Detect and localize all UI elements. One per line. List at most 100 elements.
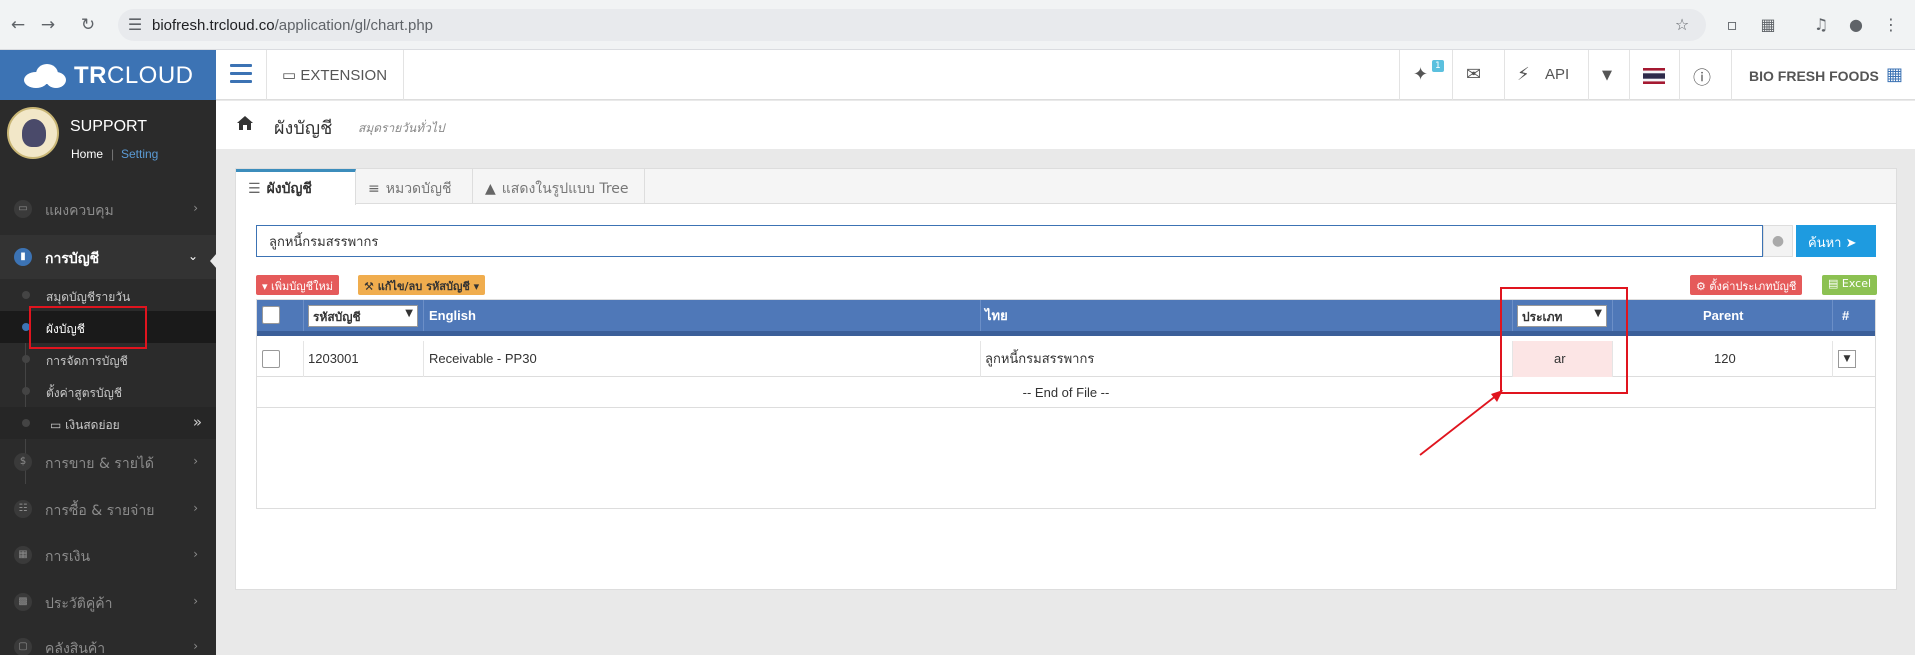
url-text: biofresh.trcloud.co/application/gl/chart… — [152, 17, 434, 34]
page-title: ผังบัญชี — [274, 118, 333, 139]
forward-icon[interactable]: → — [36, 13, 60, 37]
row-checkbox[interactable] — [262, 350, 280, 368]
extension-label: EXTENSION — [300, 67, 388, 84]
sidebar-item-label: แผงควบคุม — [45, 203, 114, 219]
envelope-icon[interactable]: ✉ — [1466, 64, 1481, 85]
sitemap-icon: ▲ — [485, 181, 496, 197]
active-indicator — [210, 253, 217, 269]
wrench-icon: ⚒ — [364, 280, 374, 293]
search-button-label: ค้นหา — [1808, 236, 1842, 251]
accounts-table: รหัสบัญชี ▼ English ไทย ประเภท ▼ Parent # … — [256, 299, 1876, 509]
arrow-circle-right-icon: ➤ — [1845, 236, 1857, 251]
caret-down-icon[interactable]: ▼ — [1602, 68, 1612, 83]
tab-chart-of-accounts[interactable]: ☰ ผังบัญชี — [236, 169, 356, 205]
desktop-icon: ▭ — [282, 67, 297, 84]
sidebar-item-label: การซื้อ & รายจ่าย — [45, 503, 155, 519]
puzzle-icon[interactable]: ▦ — [1757, 14, 1779, 36]
tab-account-categories[interactable]: ≡ หมวดบัญชี — [356, 169, 473, 204]
bullet-icon — [22, 387, 30, 395]
building-icon[interactable]: ▦ — [1886, 64, 1903, 85]
logo: TRCLOUD — [74, 62, 194, 89]
table-row[interactable]: 1203001 Receivable - PP30 ลูกหนี้กรมสรรพ… — [257, 341, 1875, 377]
reload-icon[interactable]: ↻ — [76, 13, 100, 37]
plug-icon[interactable]: ⚡ — [1517, 64, 1530, 85]
browser-toolbar: ← → ↻ ☰ biofresh.trcloud.co/application/… — [0, 0, 1915, 50]
monitor-icon: ▭ — [14, 200, 32, 218]
logo-bar[interactable]: TRCLOUD — [0, 50, 216, 100]
notification-badge: 1 — [1432, 60, 1444, 72]
row-dropdown-icon[interactable]: ▼ — [1838, 350, 1856, 368]
type-settings-label: ตั้งค่าประเภทบัญชี — [1709, 280, 1797, 293]
sidebar-item-inventory[interactable]: ▢ คลังสินค้า › — [0, 625, 216, 655]
avatar[interactable] — [7, 107, 59, 159]
sidebar-item-label: การเงิน — [45, 549, 91, 565]
help-icon[interactable]: ⓘ — [1693, 64, 1711, 90]
excel-label: Excel — [1841, 277, 1872, 290]
site-settings-icon[interactable]: ☰ — [124, 14, 146, 36]
caret-down-icon: ▾ — [473, 280, 480, 293]
bullet-icon — [22, 419, 30, 427]
tab-bar: ☰ ผังบัญชี ≡ หมวดบัญชี ▲ แสดงในรูปแบบ Tree — [236, 169, 1896, 205]
tab-tree-view[interactable]: ▲ แสดงในรูปแบบ Tree — [473, 169, 645, 204]
add-account-button[interactable]: ▾ เพิ่มบัญชีใหม่ — [256, 275, 339, 295]
table-header: รหัสบัญชี ▼ English ไทย ประเภท ▼ Parent # — [257, 300, 1875, 336]
sidebar-item-contacts[interactable]: ▩ ประวัติคู่ค้า › — [0, 580, 216, 624]
submenu-label: ▭ เงินสดย่อย — [50, 418, 120, 432]
company-name[interactable]: BIO FRESH FOODS — [1749, 68, 1879, 84]
chevron-right-icon: › — [193, 501, 198, 515]
hamburger-menu-icon[interactable] — [230, 64, 252, 84]
divider — [266, 50, 267, 100]
annotation-arrow — [1419, 390, 1503, 456]
home-icon[interactable] — [236, 115, 254, 131]
annotation-box-sidebar — [29, 306, 147, 349]
search-button[interactable]: ค้นหา ➤ — [1796, 225, 1876, 257]
column-divider — [1832, 341, 1833, 377]
contact-icon: ▩ — [14, 593, 32, 611]
caret-down-icon: ▼ — [405, 308, 413, 319]
media-icon[interactable]: ♫ — [1810, 14, 1832, 36]
account-parent: 120 — [1714, 351, 1736, 366]
excel-export-button[interactable]: ▤ Excel — [1822, 275, 1878, 295]
tab-label: แสดงในรูปแบบ Tree — [501, 181, 629, 197]
sidebar-item-accounting[interactable]: ▮ การบัญชี ⌄ — [0, 235, 216, 279]
thai-flag-icon[interactable] — [1643, 68, 1665, 84]
sidebar-item-dashboard[interactable]: ▭ แผงควบคุม › — [0, 187, 216, 231]
divider — [1399, 50, 1400, 100]
back-icon[interactable]: ← — [6, 13, 30, 37]
sidebar-item-label: การขาย & รายได้ — [45, 456, 155, 472]
header-actions: # — [1842, 308, 1850, 323]
divider — [1588, 50, 1589, 100]
submenu-formula-settings[interactable]: ตั้งค่าสูตรบัญชี — [0, 375, 216, 407]
cart-icon: ☷ — [14, 500, 32, 518]
profile-link-separator: | — [111, 147, 115, 161]
account-code-select[interactable]: รหัสบัญชี ▼ — [308, 305, 418, 327]
api-button[interactable]: API — [1545, 66, 1569, 83]
kebab-menu-icon[interactable]: ⋮ — [1880, 14, 1902, 36]
submenu-petty-cash[interactable]: ▭ เงินสดย่อย » — [0, 407, 216, 439]
select-all-checkbox[interactable] — [262, 306, 280, 324]
file-excel-icon: ▤ — [1828, 277, 1839, 290]
sidebar-item-purchases[interactable]: ☷ การซื้อ & รายจ่าย › — [0, 487, 216, 531]
sidebar-item-finance[interactable]: ▦ การเงิน › — [0, 533, 216, 577]
chevron-down-icon: ⌄ — [187, 249, 198, 263]
sidebar-item-label: ประวัติคู่ค้า — [45, 596, 113, 612]
account-code: 1203001 — [308, 351, 359, 366]
party-popper-icon[interactable]: ✦ — [1413, 64, 1428, 85]
search-input[interactable] — [256, 225, 1763, 257]
submenu-label: ตั้งค่าสูตรบัญชี — [46, 386, 122, 400]
profile-avatar-icon[interactable]: ● — [1845, 14, 1867, 36]
edit-delete-account-button[interactable]: ⚒ แก้ไข/ลบ รหัสบัญชี ▾ — [358, 275, 486, 295]
bookmark-star-icon[interactable]: ☆ — [1671, 14, 1693, 36]
top-navbar: ▭ EXTENSION ✦ 1 ✉ ⚡ API ▼ ⓘ BIO FRESH FO… — [216, 50, 1915, 100]
chevron-right-icon: › — [193, 594, 198, 608]
account-type-settings-button[interactable]: ⚙ ตั้งค่าประเภทบัญชี — [1690, 275, 1803, 295]
extension-button[interactable]: ▭ EXTENSION — [282, 66, 387, 84]
chevron-right-icon: › — [193, 547, 198, 561]
chevron-right-icon: › — [193, 639, 198, 653]
setting-link[interactable]: Setting — [121, 147, 158, 161]
extension-1-icon[interactable]: ▫ — [1721, 14, 1743, 36]
microphone-icon[interactable]: ● — [1763, 225, 1793, 257]
bullet-icon — [22, 291, 30, 299]
home-link[interactable]: Home — [71, 147, 103, 161]
sidebar-item-sales[interactable]: $ การขาย & รายได้ › — [0, 440, 216, 484]
